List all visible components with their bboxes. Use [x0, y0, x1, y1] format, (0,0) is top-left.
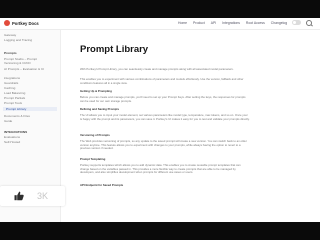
- sidebar-item[interactable]: Caching: [4, 86, 15, 90]
- thumbs-up-icon[interactable]: [14, 191, 24, 201]
- portkey-logo[interactable]: [4, 20, 10, 26]
- sidebar-section-heading: Prompts: [4, 51, 17, 55]
- sidebar-item[interactable]: integrations: [4, 76, 20, 80]
- body-paragraph: The UI allows you to input your model el…: [80, 113, 250, 121]
- sidebar-section-heading: INTEGRATIONS: [4, 130, 28, 134]
- search-icon[interactable]: [306, 20, 312, 26]
- section-heading: Prompt Templating: [80, 157, 106, 161]
- body-paragraph: This enables you to experiment with vari…: [80, 77, 244, 85]
- sidebar-item[interactable]: Prompt Library: [3, 107, 57, 111]
- section-heading: Defining and Saving Prompts: [80, 107, 120, 111]
- body-paragraph: With Portkey's Prompt Library, you can s…: [80, 67, 234, 71]
- sidebar-item[interactable]: Gateway: [4, 33, 16, 37]
- section-heading: Versioning of Prompts: [80, 133, 110, 137]
- sidebar-item[interactable]: Load Balancing: [4, 91, 25, 95]
- main-content: Prompt Library With Portkey's Prompt Lib…: [66, 30, 276, 222]
- sidebar-item[interactable]: Guide: [4, 119, 12, 123]
- sidebar-item[interactable]: Logging and Tracing: [4, 38, 32, 42]
- section-heading: API Endpoint for Saved Prompts: [80, 183, 124, 187]
- nav-link-home[interactable]: Home: [178, 20, 187, 26]
- nav-link-api[interactable]: API: [211, 20, 216, 26]
- section-heading: Getting Up & Prompting: [80, 89, 112, 93]
- sidebar-item[interactable]: Self-Hosted: [4, 140, 20, 144]
- nav-link-root-access[interactable]: Root Access: [246, 20, 265, 26]
- sidebar-item[interactable]: Documents & Files: [4, 114, 30, 118]
- body-paragraph: Portkey supports templates which allows …: [80, 163, 241, 175]
- sidebar-item[interactable]: Evaluations: [4, 135, 20, 139]
- like-count: 3K: [37, 191, 49, 201]
- body-paragraph: Before you can create and manage prompts…: [80, 95, 246, 103]
- sidebar-item[interactable]: Prompt Tools: [4, 101, 22, 105]
- page-title: Prompt Library: [80, 44, 149, 55]
- top-navigation-bar: Portkey Docs Home Product API Integratio…: [0, 18, 320, 30]
- brand-name[interactable]: Portkey Docs: [12, 20, 39, 27]
- like-overlay: 3K: [0, 186, 65, 206]
- nav-link-changelog[interactable]: Changelog: [271, 20, 287, 26]
- sidebar-item[interactable]: Prompt Partials: [4, 96, 25, 100]
- sidebar-item[interactable]: AI Prompts – Evaluation & CI: [4, 67, 44, 71]
- top-nav-links: Home Product API Integrations Root Acces…: [178, 20, 293, 26]
- body-paragraph: The Web provides versioning of prompts, …: [80, 139, 247, 151]
- nav-link-product[interactable]: Product: [193, 20, 205, 26]
- nav-link-integrations[interactable]: Integrations: [222, 20, 240, 26]
- sidebar-item[interactable]: Guardrails: [4, 81, 18, 85]
- sidebar-item[interactable]: Versioning & CI/CD: [4, 61, 31, 65]
- theme-toggle[interactable]: [292, 20, 301, 25]
